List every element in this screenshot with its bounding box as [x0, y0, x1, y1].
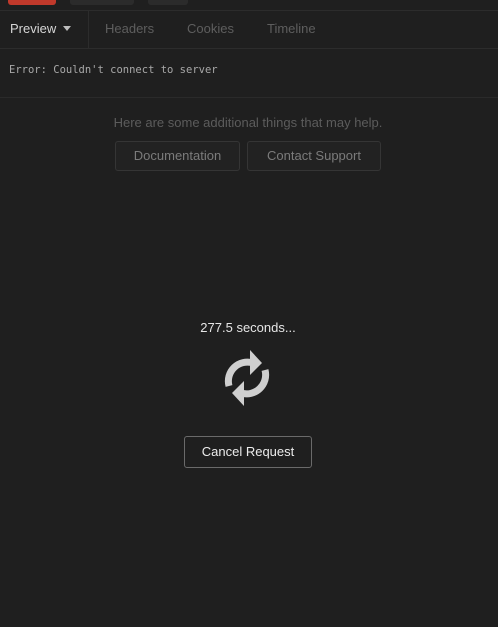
response-size-badge	[148, 0, 188, 5]
elapsed-time-badge	[70, 0, 134, 5]
caret-down-icon	[63, 26, 72, 32]
contact-support-button[interactable]: Contact Support	[247, 141, 381, 171]
tab-preview-label: Preview	[10, 21, 57, 36]
elapsed-timer: 277.5 seconds...	[200, 320, 296, 335]
documentation-button[interactable]: Documentation	[115, 141, 240, 171]
response-pane: Preview Headers Cookies Timeline Error: …	[0, 0, 498, 627]
response-tab-bar: Preview Headers Cookies Timeline	[0, 10, 498, 49]
tab-headers[interactable]: Headers	[105, 10, 154, 48]
cancel-request-button[interactable]: Cancel Request	[184, 436, 312, 468]
tab-timeline[interactable]: Timeline	[267, 10, 316, 48]
tab-cookies[interactable]: Cookies	[187, 10, 234, 48]
status-badge	[8, 0, 56, 5]
error-output: Error: Couldn't connect to server	[0, 49, 498, 98]
error-message: Error: Couldn't connect to server	[9, 64, 218, 76]
help-text: Here are some additional things that may…	[113, 115, 383, 130]
tab-preview[interactable]: Preview	[0, 10, 89, 48]
refresh-icon	[224, 350, 270, 406]
